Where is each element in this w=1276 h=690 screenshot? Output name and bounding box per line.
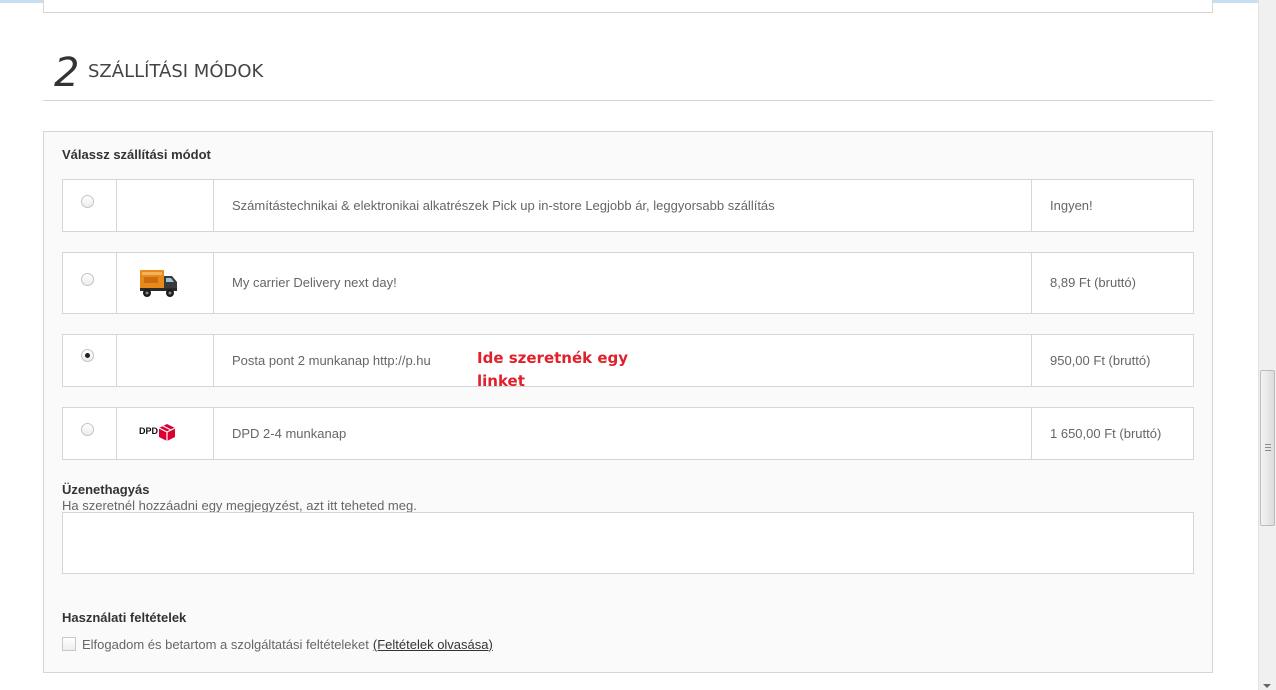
terms-title: Használati feltételek	[62, 610, 187, 625]
carrier-logo-cell	[117, 180, 214, 231]
carrier-radio-my-carrier[interactable]	[81, 273, 94, 286]
carrier-price: Ingyen!	[1050, 198, 1093, 213]
carrier-radio-pickup[interactable]	[81, 195, 94, 208]
carrier-row-pickup[interactable]: Számítástechnikai & elektronikai alkatré…	[62, 179, 1194, 232]
terms-checkbox-label: Elfogadom és betartom a szolgáltatási fe…	[82, 636, 369, 652]
carrier-description: Posta pont 2 munkanap http://p.hu	[232, 353, 431, 368]
shipping-panel: Válassz szállítási módot Számítástechnik…	[43, 131, 1213, 673]
carrier-price: 8,89 Ft (bruttó)	[1050, 275, 1136, 290]
choose-shipping-label: Válassz szállítási módot	[62, 147, 211, 162]
red-annotation-note: Ide szeretnék egy linket	[477, 349, 629, 390]
carrier-description-cell: My carrier Delivery next day!	[214, 253, 1032, 313]
message-hint: Ha szeretnél hozzáadni egy megjegyzést, …	[62, 498, 417, 513]
vertical-scrollbar[interactable]	[1258, 0, 1276, 690]
carrier-radio-cell[interactable]	[63, 408, 117, 459]
carrier-price-cell: 8,89 Ft (bruttó)	[1032, 253, 1193, 313]
carrier-price-cell: 950,00 Ft (bruttó)	[1032, 335, 1193, 386]
carrier-price-cell: Ingyen!	[1032, 180, 1193, 231]
step-number: 2	[54, 50, 79, 96]
carrier-radio-cell[interactable]	[63, 253, 117, 313]
carrier-description-cell: Posta pont 2 munkanap http://p.hu Ide sz…	[214, 335, 1032, 390]
grip-line	[1265, 444, 1271, 445]
step-title: SZÁLLÍTÁSI MÓDOK	[88, 61, 264, 82]
message-title: Üzenethagyás	[62, 482, 150, 497]
message-textarea[interactable]	[62, 512, 1194, 574]
carrier-price-cell: 1 650,00 Ft (bruttó)	[1032, 408, 1193, 459]
svg-text:DPD: DPD	[139, 426, 159, 436]
previous-step-box	[43, 0, 1213, 13]
grip-line	[1265, 447, 1271, 448]
carrier-radio-cell[interactable]	[63, 180, 117, 231]
carrier-radio-cell[interactable]	[63, 335, 117, 386]
terms-read-link[interactable]: (Feltételek olvasása)	[373, 637, 493, 652]
terms-checkbox[interactable]	[62, 637, 76, 651]
carrier-price: 950,00 Ft (bruttó)	[1050, 353, 1151, 368]
scroll-down-arrow-icon[interactable]	[1263, 684, 1271, 688]
carrier-row-dpd[interactable]: DPD DPD 2-4 munkanap 1 650,00 Ft (bruttó…	[62, 407, 1194, 460]
truck-icon	[140, 270, 177, 297]
carrier-description-cell: DPD 2-4 munkanap	[214, 408, 1032, 459]
step-header: 2 SZÁLLÍTÁSI MÓDOK	[43, 50, 1213, 101]
carrier-radio-posta-pont[interactable]	[81, 349, 94, 362]
carrier-row-my-carrier[interactable]: My carrier Delivery next day! 8,89 Ft (b…	[62, 252, 1194, 314]
carrier-radio-dpd[interactable]	[81, 423, 94, 436]
carrier-logo-cell	[117, 253, 214, 313]
carrier-row-posta-pont[interactable]: Posta pont 2 munkanap http://p.hu Ide sz…	[62, 334, 1194, 390]
terms-row: Elfogadom és betartom a szolgáltatási fe…	[62, 636, 493, 652]
grip-line	[1265, 450, 1271, 451]
carrier-logo-cell: DPD	[117, 408, 214, 459]
carrier-description: My carrier Delivery next day!	[232, 275, 397, 290]
scrollbar-thumb[interactable]	[1260, 370, 1275, 526]
carrier-logo-cell	[117, 335, 214, 386]
carrier-description-cell: Számítástechnikai & elektronikai alkatré…	[214, 180, 1032, 231]
dpd-logo-icon: DPD	[139, 424, 176, 441]
carrier-description: Számítástechnikai & elektronikai alkatré…	[232, 198, 775, 213]
carrier-description: DPD 2-4 munkanap	[232, 426, 347, 441]
carrier-price: 1 650,00 Ft (bruttó)	[1050, 426, 1162, 441]
